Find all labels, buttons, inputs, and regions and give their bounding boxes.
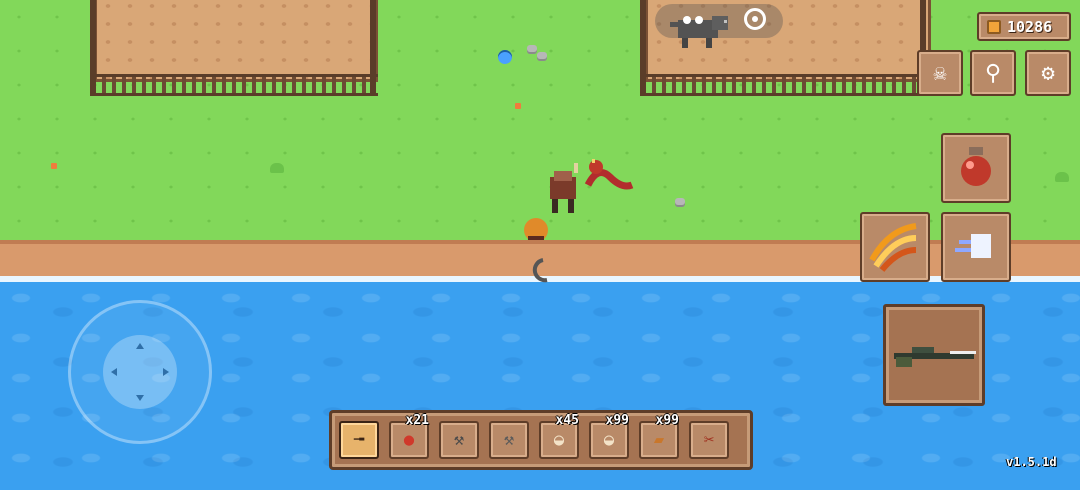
hotbar-slot-tongs[interactable]: ✂	[689, 421, 729, 459]
loot-bag-icon: ⚲	[984, 60, 1002, 86]
skull-icon: ☠	[933, 60, 947, 86]
flower	[515, 103, 521, 109]
tongs-slot-icon: ✂	[703, 430, 715, 450]
rock	[675, 198, 685, 205]
settings-button[interactable]: ⚙	[1025, 50, 1071, 96]
fence-post	[90, 0, 96, 96]
hotbar-slot-food-bowl-2[interactable]: ◒ x99	[589, 413, 629, 459]
food-bowl-slot-icon: ◒	[553, 430, 565, 450]
wolf-icon	[683, 16, 691, 24]
slot-count: x99	[605, 413, 629, 428]
farm-pen-left	[94, 0, 378, 82]
axe-slot-icon: ⚒	[503, 430, 515, 450]
bread-slot-icon: ▰	[653, 430, 665, 450]
flower	[51, 163, 57, 169]
hotbar-slot-shovel[interactable]: ⚒	[439, 421, 479, 459]
skull-button[interactable]: ☠	[917, 50, 963, 96]
hotbar-slot-mushroom[interactable]: ● x21	[389, 413, 429, 459]
slot-count: x45	[555, 413, 579, 428]
hotbar-slot-food-bowl[interactable]: ◒ x45	[539, 413, 579, 459]
settings-gear-icon: ⚙	[1041, 60, 1055, 86]
food-bowl-2-slot-icon: ◒	[603, 430, 615, 450]
currency-counter: 10286	[977, 12, 1071, 41]
fence-post	[370, 0, 376, 96]
fishing-hook-icon	[532, 258, 548, 283]
hotbar-slot-bread[interactable]: ▰ x99	[639, 413, 679, 459]
fence-post	[640, 0, 646, 96]
dash-ghost-icon	[955, 234, 991, 258]
version-label: v1.5.1d	[1006, 455, 1057, 469]
red-serpent-enemy[interactable]	[584, 155, 636, 199]
currency-value: 10286	[1007, 17, 1053, 36]
claw-slash-icon	[869, 223, 917, 272]
hotbar-slot-rifle[interactable]: ╼	[339, 421, 379, 459]
rifle-slot-icon: ╼	[353, 430, 365, 450]
hotbar-slot-axe[interactable]: ⚒	[489, 421, 529, 459]
deer-enemy[interactable]	[540, 163, 590, 217]
dash-skill-button[interactable]	[941, 212, 1011, 282]
bush	[1055, 172, 1069, 182]
fence-left	[92, 74, 378, 96]
rock	[537, 52, 547, 59]
claw-skill-button[interactable]	[860, 212, 930, 282]
rock	[527, 45, 537, 52]
bush	[270, 163, 284, 173]
slot-count: x21	[405, 413, 429, 428]
sniper-rifle-icon	[894, 347, 976, 367]
wolf-icon	[695, 16, 703, 24]
mushroom-slot-icon: ●	[403, 430, 415, 450]
attack-weapon-button[interactable]	[883, 304, 985, 406]
fence-right	[642, 74, 930, 96]
slot-count: x99	[655, 413, 679, 428]
joystick-arrows-icon	[111, 343, 169, 401]
blue-orb[interactable]	[498, 50, 512, 64]
potion-skill-button[interactable]	[941, 133, 1011, 203]
loot-bag-button[interactable]: ⚲	[970, 50, 1016, 96]
item-hotbar: ╼ ● x21 ⚒ ⚒ ◒ x45 ◒ x99 ▰ x99 ✂	[329, 410, 753, 470]
target-icon[interactable]	[744, 8, 766, 30]
shovel-slot-icon: ⚒	[453, 430, 465, 450]
coin-icon	[987, 19, 1001, 34]
health-potion-icon	[961, 147, 991, 186]
